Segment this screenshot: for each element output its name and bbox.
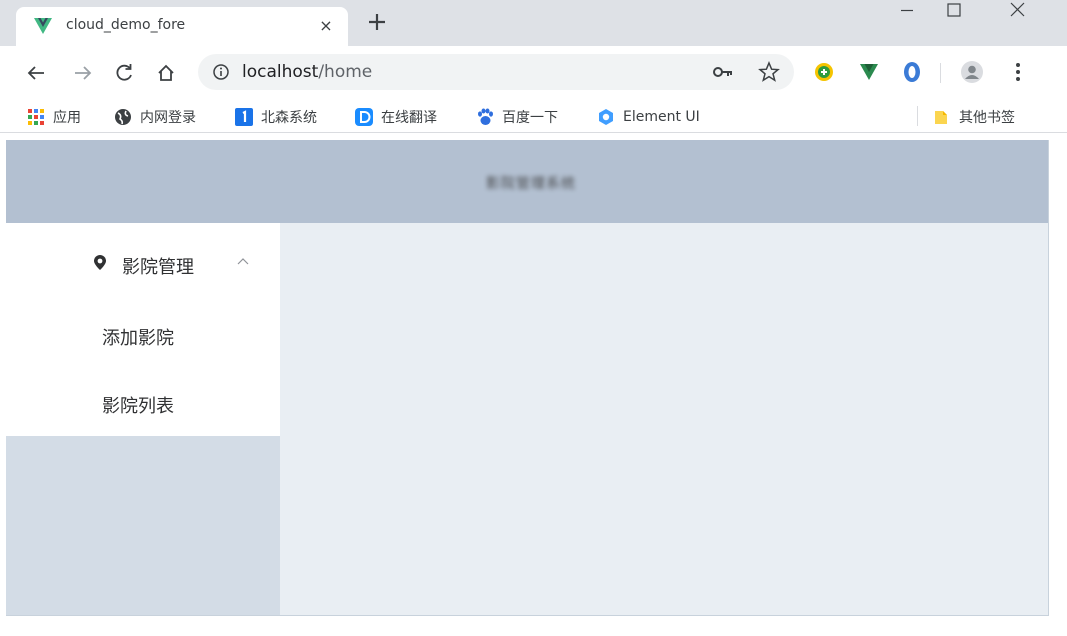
address-bar[interactable]: localhost/home bbox=[198, 54, 794, 90]
bookmarks-bar: 应用 内网登录 北森系统 在线翻译 百度一下 Element UI 其他书签 bbox=[0, 100, 1067, 133]
bookmark-beisen[interactable]: 北森系统 bbox=[235, 106, 317, 128]
vue-devtools-icon[interactable] bbox=[857, 60, 881, 84]
minimize-button[interactable] bbox=[883, 0, 929, 30]
profile-avatar-icon[interactable] bbox=[960, 60, 984, 84]
bookmark-label: 百度一下 bbox=[502, 110, 558, 126]
bookmark-star-icon[interactable] bbox=[758, 61, 780, 83]
app-header: 影院管理系统 bbox=[6, 140, 1048, 223]
bookmark-other[interactable]: 其他书签 bbox=[933, 106, 1015, 128]
extension-green-icon[interactable] bbox=[812, 60, 836, 84]
sidebar-menu: 影院管理 添加影院 影院列表 bbox=[6, 223, 280, 436]
header-title: 影院管理系统 bbox=[486, 176, 576, 192]
maximize-button[interactable] bbox=[931, 0, 977, 30]
bookmark-intranet-login[interactable]: 内网登录 bbox=[114, 106, 196, 128]
bookmarks-divider bbox=[917, 106, 918, 126]
location-icon bbox=[94, 255, 106, 270]
submenu-label: 影院管理 bbox=[122, 257, 194, 278]
menu-item-cinema-list[interactable]: 影院列表 bbox=[6, 370, 280, 438]
apps-grid-icon bbox=[28, 109, 44, 125]
main-content bbox=[280, 223, 1048, 615]
baidu-paw-icon bbox=[478, 108, 493, 125]
beisen-icon bbox=[235, 108, 253, 126]
toolbar-divider bbox=[940, 63, 941, 83]
page-viewport: 影院管理系统 影院管理 添加影院 影院列表 bbox=[6, 140, 1049, 616]
menu-item-label: 添加影院 bbox=[102, 328, 174, 349]
bookmark-baidu[interactable]: 百度一下 bbox=[476, 106, 558, 128]
back-button[interactable] bbox=[22, 59, 50, 87]
reload-button[interactable] bbox=[110, 59, 138, 87]
chevron-up-icon bbox=[237, 258, 249, 265]
menu-item-label: 影院列表 bbox=[102, 396, 174, 417]
folder-icon bbox=[935, 111, 947, 124]
bookmark-label: 北森系统 bbox=[261, 110, 317, 126]
submenu-cinema-management[interactable]: 影院管理 bbox=[6, 223, 280, 302]
new-tab-button[interactable] bbox=[366, 11, 388, 33]
bookmark-label: Element UI bbox=[623, 109, 700, 125]
menu-item-add-cinema[interactable]: 添加影院 bbox=[6, 302, 280, 370]
tab-title: cloud_demo_fore bbox=[66, 17, 186, 33]
forward-button[interactable] bbox=[69, 59, 97, 87]
bookmark-label: 内网登录 bbox=[140, 110, 196, 126]
globe-icon bbox=[115, 109, 131, 125]
home-button[interactable] bbox=[152, 59, 180, 87]
bookmark-label: 应用 bbox=[53, 110, 81, 126]
info-icon[interactable] bbox=[212, 63, 230, 81]
bookmark-element-ui[interactable]: Element UI bbox=[597, 106, 700, 128]
url-text[interactable]: localhost/home bbox=[242, 62, 372, 82]
sidebar: 影院管理 添加影院 影院列表 bbox=[6, 223, 280, 615]
url-host: localhost bbox=[242, 62, 319, 82]
bookmark-online-translate[interactable]: 在线翻译 bbox=[355, 106, 437, 128]
tab-strip: cloud_demo_fore × bbox=[0, 0, 1067, 46]
browser-tab[interactable]: cloud_demo_fore × bbox=[16, 7, 348, 46]
bookmark-label: 在线翻译 bbox=[381, 110, 437, 126]
key-icon[interactable] bbox=[712, 63, 734, 81]
tab-close-button[interactable]: × bbox=[316, 16, 336, 36]
extension-blue-icon[interactable] bbox=[900, 60, 924, 84]
menu-dots-icon[interactable] bbox=[1006, 60, 1030, 84]
url-path: /home bbox=[318, 62, 373, 82]
bookmark-apps[interactable]: 应用 bbox=[27, 106, 81, 128]
bookmark-label: 其他书签 bbox=[959, 110, 1015, 126]
translate-icon bbox=[355, 108, 373, 126]
vue-logo-icon bbox=[34, 18, 52, 34]
browser-toolbar: localhost/home bbox=[0, 46, 1067, 100]
window-close-button[interactable] bbox=[996, 0, 1042, 30]
element-ui-icon bbox=[599, 109, 613, 125]
